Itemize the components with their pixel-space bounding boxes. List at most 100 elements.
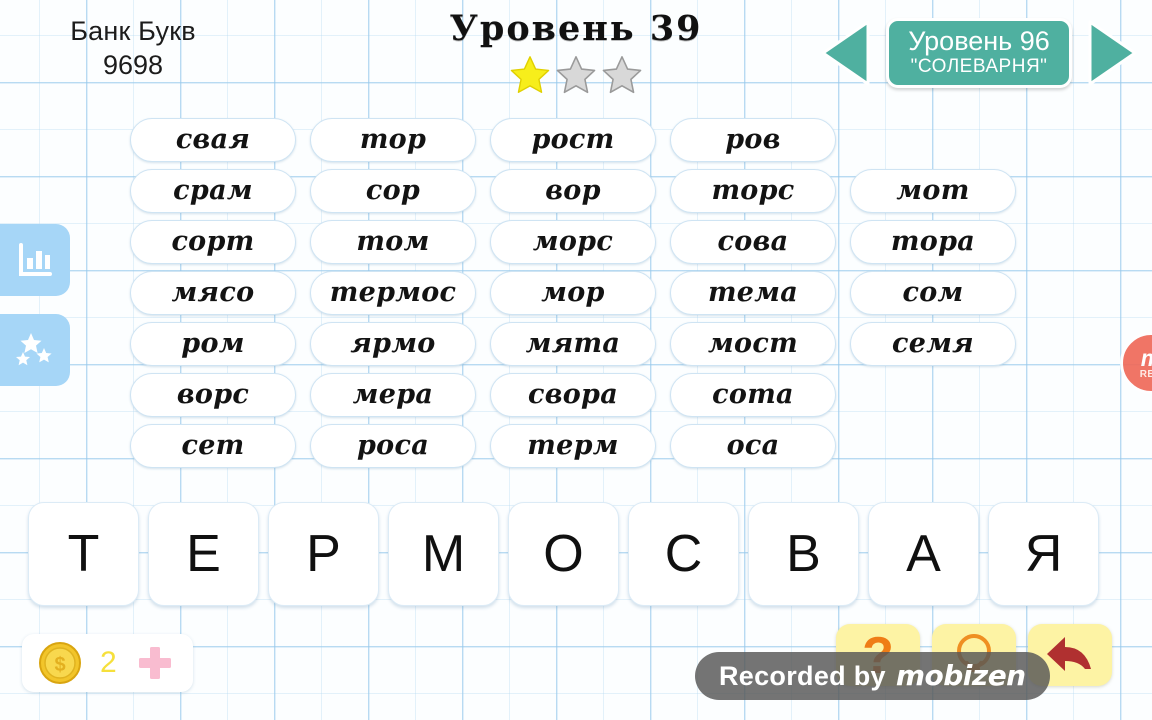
- letter-label: В: [786, 525, 821, 583]
- word-row: свая тор рост ров: [130, 118, 1030, 162]
- word-pill[interactable]: мера: [310, 373, 476, 417]
- word-pill[interactable]: том: [310, 220, 476, 264]
- plus-icon[interactable]: [135, 643, 175, 683]
- word-label: ром: [181, 328, 245, 359]
- word-pill[interactable]: торс: [670, 169, 836, 213]
- word-label: терм: [527, 430, 619, 461]
- letter-label: Т: [67, 525, 100, 583]
- word-label: тема: [707, 277, 799, 308]
- word-label: ярмо: [350, 328, 436, 359]
- rec-label: REC: [1139, 368, 1152, 380]
- letter-tile[interactable]: Р: [268, 502, 379, 606]
- svg-text:$: $: [54, 654, 65, 676]
- letter-bank: Банк Букв 9698: [18, 14, 248, 82]
- word-row: срам сор вор торс мот: [130, 169, 1030, 213]
- word-pill[interactable]: термос: [310, 271, 476, 315]
- word-pill[interactable]: морс: [490, 220, 656, 264]
- word-label: тора: [890, 226, 976, 257]
- coin-bar: $ 2: [22, 634, 193, 692]
- word-label: свая: [175, 124, 251, 155]
- word-label: рост: [531, 124, 615, 155]
- word-label: сет: [181, 430, 245, 461]
- sidebar-item-stats[interactable]: [0, 224, 70, 296]
- word-label: ворс: [176, 379, 250, 410]
- word-pill[interactable]: ворс: [130, 373, 296, 417]
- letter-tile[interactable]: С: [628, 502, 739, 606]
- word-row: сет роса терм оса: [130, 424, 1030, 468]
- coin-icon: $: [39, 642, 81, 684]
- word-grid: свая тор рост ров срам сор вор торс мот …: [130, 118, 1030, 468]
- curved-arrow-icon: [1047, 637, 1091, 671]
- letter-label: Р: [306, 525, 341, 583]
- word-pill[interactable]: срам: [130, 169, 296, 213]
- word-label: торс: [711, 175, 795, 206]
- word-label: сор: [365, 175, 421, 206]
- word-label: тор: [359, 124, 427, 155]
- word-pill[interactable]: рост: [490, 118, 656, 162]
- word-row: ворс мера свора сота: [130, 373, 1030, 417]
- word-pill[interactable]: тема: [670, 271, 836, 315]
- mobizen-rec-float-button[interactable]: m REC: [1120, 332, 1152, 394]
- word-pill[interactable]: сота: [670, 373, 836, 417]
- word-pill[interactable]: мост: [670, 322, 836, 366]
- word-pill[interactable]: сор: [310, 169, 476, 213]
- letter-bank-value: 9698: [102, 50, 164, 80]
- sidebar-item-rating[interactable]: [0, 314, 70, 386]
- word-pill[interactable]: вор: [490, 169, 656, 213]
- word-pill[interactable]: оса: [670, 424, 836, 468]
- word-pill[interactable]: семя: [850, 322, 1016, 366]
- word-label: мясо: [171, 277, 255, 308]
- word-label: мост: [708, 328, 798, 359]
- word-pill[interactable]: тор: [310, 118, 476, 162]
- word-slot-empty: [850, 424, 1016, 468]
- word-pill[interactable]: тора: [850, 220, 1016, 264]
- letter-tile[interactable]: Е: [148, 502, 259, 606]
- letter-tile[interactable]: М: [388, 502, 499, 606]
- word-label: мера: [352, 379, 434, 410]
- word-pill[interactable]: роса: [310, 424, 476, 468]
- word-pill[interactable]: мясо: [130, 271, 296, 315]
- right-triangle-icon[interactable]: [1082, 18, 1140, 88]
- word-pill[interactable]: ром: [130, 322, 296, 366]
- bar-chart-icon: [19, 243, 52, 276]
- word-pill[interactable]: свора: [490, 373, 656, 417]
- word-pill[interactable]: терм: [490, 424, 656, 468]
- word-pill[interactable]: сом: [850, 271, 1016, 315]
- word-label: термос: [329, 277, 457, 308]
- letter-tile[interactable]: А: [868, 502, 979, 606]
- word-label: оса: [726, 430, 780, 461]
- word-pill[interactable]: сова: [670, 220, 836, 264]
- word-label: сота: [712, 379, 794, 410]
- level-chip-number: Уровень 96: [908, 26, 1050, 56]
- star-filled-icon: [510, 56, 550, 94]
- mobizen-logo-mark: m: [1141, 346, 1152, 369]
- coin-count: 2: [100, 646, 117, 679]
- word-label: свора: [527, 379, 619, 410]
- letter-tile[interactable]: В: [748, 502, 859, 606]
- word-label: мот: [896, 175, 970, 206]
- letter-tile[interactable]: Я: [988, 502, 1099, 606]
- word-label: мор: [541, 277, 605, 308]
- word-pill[interactable]: мята: [490, 322, 656, 366]
- word-pill[interactable]: сет: [130, 424, 296, 468]
- letter-tile[interactable]: Т: [28, 502, 139, 606]
- word-label: срам: [173, 175, 253, 206]
- word-row: ром ярмо мята мост семя: [130, 322, 1030, 366]
- game-screen: Банк Букв 9698 Уровень 39 Уровень 96 "СО…: [0, 0, 1152, 720]
- word-row: сорт том морс сова тора: [130, 220, 1030, 264]
- word-pill[interactable]: свая: [130, 118, 296, 162]
- word-pill[interactable]: ярмо: [310, 322, 476, 366]
- letter-bank-label: Банк Букв: [70, 16, 196, 46]
- word-pill[interactable]: мор: [490, 271, 656, 315]
- word-pill[interactable]: сорт: [130, 220, 296, 264]
- watermark-text: Recorded by: [719, 661, 886, 691]
- word-label: сорт: [171, 226, 255, 257]
- left-triangle-icon[interactable]: [818, 18, 876, 88]
- word-pill[interactable]: мот: [850, 169, 1016, 213]
- recording-watermark: Recorded by mobizen: [695, 652, 1050, 700]
- letter-label: М: [421, 525, 466, 583]
- letter-tile[interactable]: О: [508, 502, 619, 606]
- word-pill[interactable]: ров: [670, 118, 836, 162]
- word-slot-empty: [850, 118, 1016, 162]
- level-chip[interactable]: Уровень 96 "СОЛЕВАРНЯ": [886, 18, 1072, 88]
